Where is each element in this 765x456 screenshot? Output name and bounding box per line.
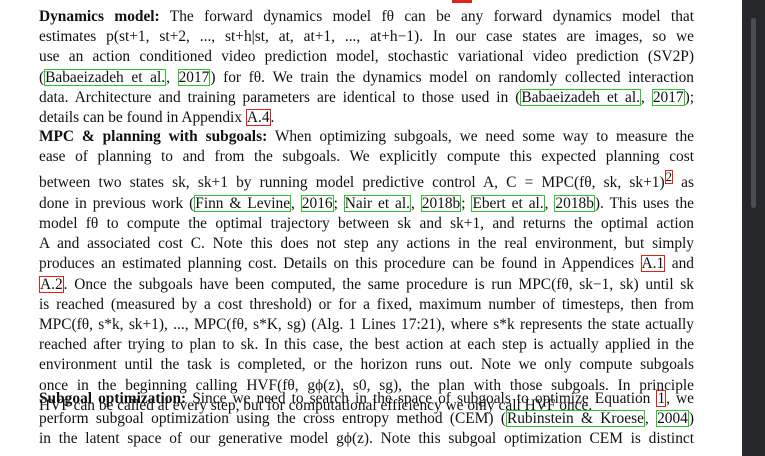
scrollbar-thumb[interactable]: [751, 18, 756, 208]
text-line: estimates p(st+1, st+2, ..., st+h|st, at…: [39, 28, 694, 46]
text: and: [665, 255, 694, 273]
text-line: in the latent space of our generative mo…: [39, 430, 694, 448]
paper-page: Dynamics model: The forward dynamics mod…: [0, 0, 742, 456]
citation-link[interactable]: Nair et al.: [343, 194, 411, 212]
text: data. Architecture and training paramete…: [39, 88, 521, 106]
text: , we: [666, 390, 694, 407]
text: ;: [461, 194, 472, 212]
citation-year-link[interactable]: 2016: [300, 194, 334, 212]
appendix-link[interactable]: A.4: [245, 109, 271, 127]
text: ,: [291, 194, 301, 212]
highlight-mark: [452, 0, 472, 3]
citation-link[interactable]: Babaeizadeh et al.: [520, 88, 641, 106]
citation-link[interactable]: Rubinstein & Kroese: [505, 410, 645, 428]
text: ,: [544, 194, 555, 212]
text: produces an estimated planning cost. Det…: [39, 255, 641, 273]
text: .: [270, 109, 275, 127]
text: ,: [640, 88, 652, 106]
paragraph-dynamics-model: Dynamics model: The forward dynamics mod…: [39, 7, 694, 128]
section-heading: Subgoal optimization:: [39, 390, 187, 407]
paragraph-mpc-planning: MPC & planning with subgoals: When optim…: [39, 127, 694, 416]
appendix-link[interactable]: A.2: [39, 275, 64, 293]
text: perform subgoal optimization using the c…: [39, 410, 506, 428]
citation-link[interactable]: Babaeizadeh et al.: [44, 68, 167, 86]
citation-year-link[interactable]: 2017: [651, 88, 685, 106]
equation-link[interactable]: 1: [656, 390, 667, 407]
vertical-scrollbar[interactable]: [742, 0, 765, 456]
text-line: MPC & planning with subgoals: When optim…: [39, 127, 694, 147]
text-line: Subgoal optimization: Since we need to s…: [39, 389, 694, 409]
citation-year-link[interactable]: 2018b: [420, 194, 462, 212]
citation-year-link[interactable]: 2004: [656, 410, 689, 428]
text-line: A.2. Once the subgoals have been compute…: [39, 275, 694, 295]
text: ). This uses the: [594, 194, 694, 212]
text-line: Dynamics model: The forward dynamics mod…: [39, 7, 694, 27]
text: details can be found in Appendix: [39, 109, 246, 127]
text: ,: [644, 410, 657, 428]
text: );: [684, 88, 694, 106]
text-line: between two states sk, sk+1 by running m…: [39, 167, 694, 193]
citation-year-link[interactable]: 2017: [177, 68, 211, 86]
citation-year-link[interactable]: 2018b: [554, 194, 595, 212]
text: . Once the subgoals have been computed, …: [63, 275, 694, 293]
section-heading: Dynamics model:: [39, 8, 160, 25]
text-line: data. Architecture and training paramete…: [39, 88, 694, 108]
text-line: (Babaeizadeh et al., 2017) for fθ. We tr…: [39, 68, 694, 88]
text: ,: [166, 68, 178, 86]
citation-link[interactable]: Finn & Levine: [194, 194, 292, 212]
text-line: MPC(fθ, s*k, sk+1), ..., MPC(fθ, s*K, sg…: [39, 315, 694, 333]
text-line: perform subgoal optimization using the c…: [39, 409, 694, 429]
text: ,: [411, 194, 421, 212]
text-line: use an action conditioned video predicti…: [39, 48, 694, 66]
paragraph-subgoal-optimization: Subgoal optimization: Since we need to s…: [39, 389, 694, 450]
text-line: ease of planning to and from the subgoal…: [39, 148, 694, 166]
text: ) for fθ. We train the dynamics model on…: [210, 68, 694, 86]
text-line: environment until the task is completed,…: [39, 356, 694, 374]
appendix-link[interactable]: A.1: [640, 255, 666, 273]
text-line: produces an estimated planning cost. Det…: [39, 254, 694, 274]
section-heading: MPC & planning with subgoals:: [39, 128, 268, 145]
text: ;: [333, 194, 344, 212]
citation-link[interactable]: Ebert et al.: [471, 194, 545, 212]
text-line: model fθ to compute the optimal trajecto…: [39, 214, 694, 232]
text-line: is reached (measured by a cost threshold…: [39, 295, 694, 313]
text: The forward dynamics model fθ can be any…: [169, 8, 694, 25]
text-line: details can be found in Appendix A.4.: [39, 108, 694, 128]
text: done in previous work (: [39, 194, 195, 212]
text: When optimizing subgoals, we need some w…: [274, 128, 694, 145]
text: ): [688, 410, 695, 428]
text-line: reached after trying to plan to sk. In t…: [39, 336, 694, 354]
text-line: A and associated cost C. Note this does …: [39, 235, 694, 253]
text-line: done in previous work (Finn & Levine, 20…: [39, 194, 694, 214]
footnote-link[interactable]: 2: [664, 170, 673, 185]
text: between two states sk, sk+1 by running m…: [39, 174, 665, 192]
text: as: [673, 174, 695, 192]
text: Since we need to search in the space of …: [192, 390, 657, 407]
